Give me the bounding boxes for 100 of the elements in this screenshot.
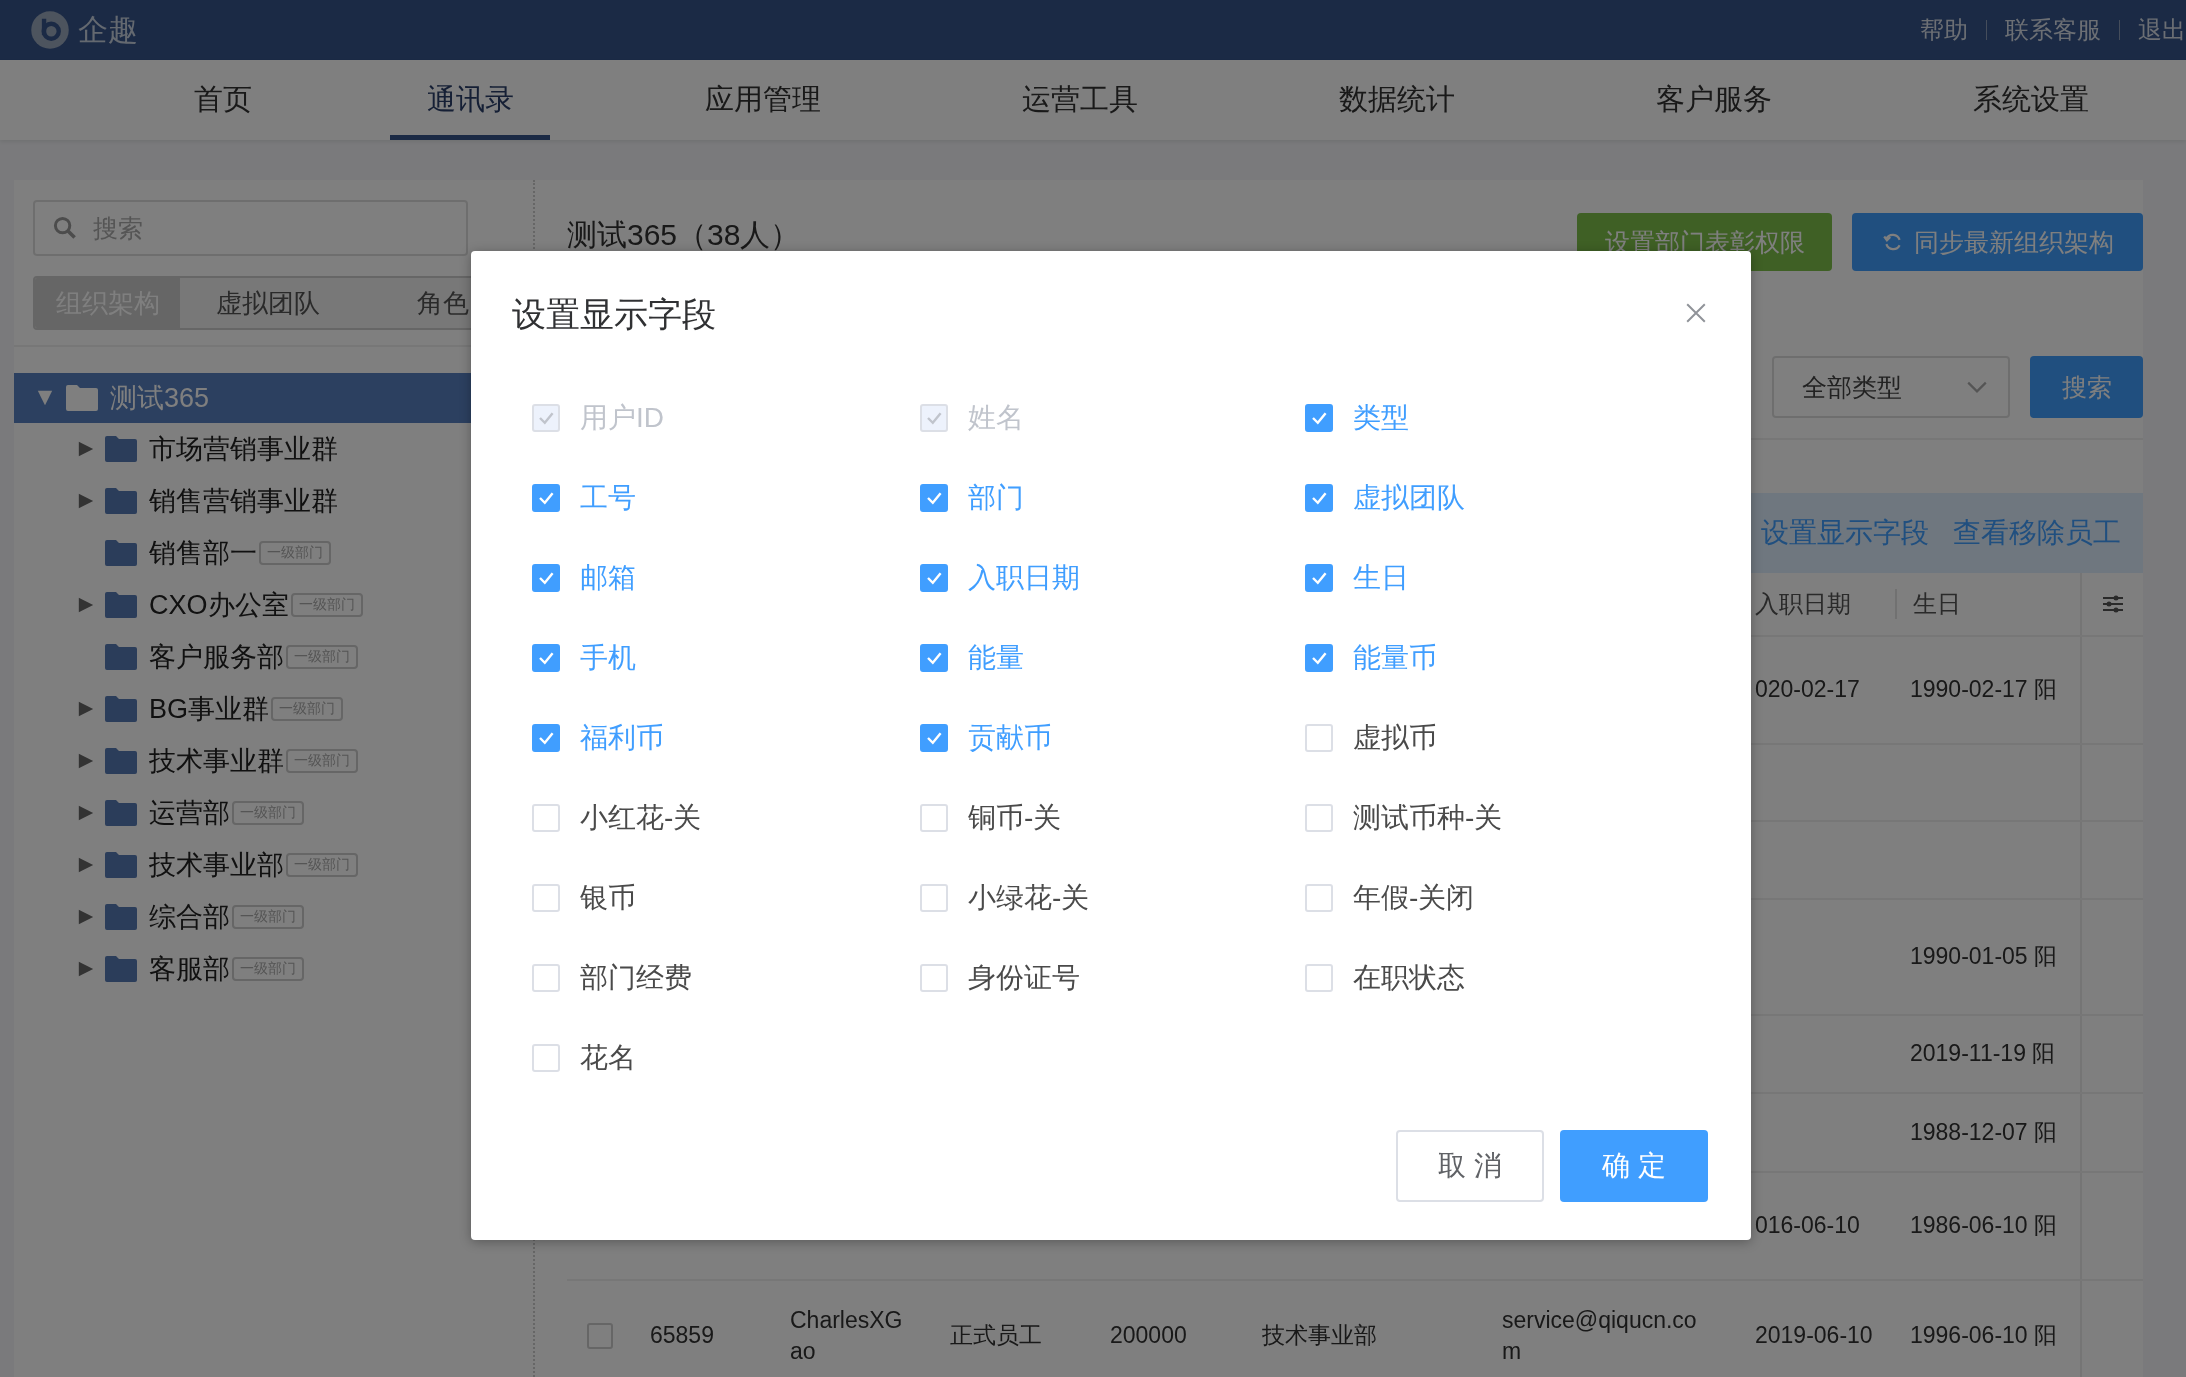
table-cell-text: 65859 xyxy=(650,1321,714,1351)
table-cell-text: 1990-01-05 阳 xyxy=(1910,942,2058,972)
folder-icon xyxy=(105,644,137,670)
nav-tab[interactable]: 系统设置 xyxy=(1951,60,2111,140)
table-cell-text: CharlesXGao xyxy=(790,1305,904,1366)
field-label: 铜币-关 xyxy=(968,801,1062,835)
checkbox[interactable] xyxy=(532,564,560,592)
table-cell-text: 1988-12-07 阳 xyxy=(1910,1117,2058,1147)
caret-icon[interactable] xyxy=(77,856,95,874)
field-label: 虚拟币 xyxy=(1353,721,1437,755)
sidebar-tab[interactable]: 虚拟团队 xyxy=(180,278,356,328)
caret-icon[interactable] xyxy=(77,752,95,770)
field-label: 能量币 xyxy=(1353,641,1437,675)
page-title: 测试365（38人） xyxy=(567,216,801,253)
field-label: 手机 xyxy=(580,641,636,675)
field-label: 测试币种-关 xyxy=(1353,801,1503,835)
folder-icon xyxy=(105,800,137,826)
folder-icon xyxy=(105,540,137,566)
folder-icon xyxy=(105,436,137,462)
table-cell-text: 200000 xyxy=(1110,1321,1187,1351)
column-header: 入职日期 xyxy=(1755,589,1851,619)
caret-icon[interactable] xyxy=(36,389,54,407)
field-label: 姓名 xyxy=(968,401,1024,435)
field-label: 入职日期 xyxy=(968,561,1080,595)
table-cell-text: 正式员工 xyxy=(950,1321,1042,1351)
logo-icon xyxy=(30,10,70,50)
caret-icon[interactable] xyxy=(77,700,95,718)
field-label: 类型 xyxy=(1353,401,1409,435)
row-checkbox[interactable] xyxy=(587,1323,613,1349)
checkbox[interactable] xyxy=(1305,404,1333,432)
field-label: 邮箱 xyxy=(580,561,636,595)
column-header: 生日 xyxy=(1913,589,1961,619)
field-label: 小红花-关 xyxy=(580,801,702,835)
tree-label: 客服部 xyxy=(149,953,230,986)
checkbox[interactable] xyxy=(920,564,948,592)
search-icon xyxy=(53,216,77,240)
field-label: 银币 xyxy=(580,881,636,915)
table-cell-text: 2019-11-19 阳 xyxy=(1910,1039,2056,1069)
checkbox[interactable] xyxy=(1305,484,1333,512)
checkbox[interactable] xyxy=(532,724,560,752)
field-label: 福利币 xyxy=(580,721,664,755)
table-cell-text: 020-02-17 xyxy=(1755,675,1860,705)
caret-icon[interactable] xyxy=(77,908,95,926)
field-label: 年假-关闭 xyxy=(1353,881,1475,915)
field-label: 身份证号 xyxy=(968,961,1080,995)
tree-label: 测试365 xyxy=(110,382,210,415)
nav-tab[interactable]: 应用管理 xyxy=(683,60,843,140)
confirm-button[interactable]: 确 定 xyxy=(1560,1130,1708,1202)
caret-icon[interactable] xyxy=(77,440,95,458)
nav-tab[interactable]: 数据统计 xyxy=(1317,60,1477,140)
nav-tab[interactable]: 客户服务 xyxy=(1634,60,1794,140)
tree-label: 技术事业部 xyxy=(149,849,284,882)
caret-icon[interactable] xyxy=(77,804,95,822)
table-cell-text: 1986-06-10 阳 xyxy=(1910,1211,2058,1241)
chevron-icon xyxy=(1966,380,1988,394)
header-link[interactable]: 退出 xyxy=(2138,14,2186,46)
caret-icon[interactable] xyxy=(77,960,95,978)
table-cell-text: 技术事业部 xyxy=(1262,1321,1377,1351)
header-link[interactable]: 联系客服 xyxy=(2005,14,2101,46)
checkbox[interactable] xyxy=(920,724,948,752)
checkbox[interactable] xyxy=(920,644,948,672)
settings-icon[interactable] xyxy=(2100,594,2125,614)
field-label: 部门经费 xyxy=(580,961,692,995)
tree-label: 销售部一 xyxy=(149,537,257,570)
field-label: 在职状态 xyxy=(1353,961,1465,995)
checkbox[interactable] xyxy=(920,484,948,512)
checkbox[interactable] xyxy=(1305,644,1333,672)
tree-label: 市场营销事业群 xyxy=(149,433,338,466)
tree-label: 客户服务部 xyxy=(149,641,284,674)
field-label: 能量 xyxy=(968,641,1024,675)
tree-label: CXO办公室 xyxy=(149,589,289,622)
field-label: 花名 xyxy=(580,1041,636,1075)
checkbox[interactable] xyxy=(1305,564,1333,592)
sync-icon xyxy=(1881,231,1904,253)
table-cell-text: 016-06-10 xyxy=(1755,1211,1860,1241)
tree-label: 运营部 xyxy=(149,797,230,830)
field-label: 工号 xyxy=(580,481,636,515)
field-label: 贡献币 xyxy=(968,721,1052,755)
tree-label: 综合部 xyxy=(149,901,230,934)
type-dropdown[interactable]: 全部类型 xyxy=(1772,356,2010,418)
nav-tab[interactable]: 首页 xyxy=(143,60,303,140)
caret-icon[interactable] xyxy=(77,492,95,510)
header-link[interactable]: 帮助 xyxy=(1920,14,1968,46)
nav-tab[interactable]: 通讯录 xyxy=(390,60,550,140)
folder-icon xyxy=(105,592,137,618)
tree-item[interactable]: 市场营销事业群 xyxy=(14,423,533,475)
caret-icon[interactable] xyxy=(77,596,95,614)
folder-icon xyxy=(105,488,137,514)
tree-item[interactable]: 销售营销事业群 xyxy=(14,475,533,527)
checkbox[interactable] xyxy=(532,644,560,672)
field-label: 小绿花-关 xyxy=(968,881,1090,915)
cancel-button[interactable]: 取 消 xyxy=(1396,1130,1544,1202)
table-cell-text: service@qiqucn.com xyxy=(1502,1305,1697,1366)
field-label: 虚拟团队 xyxy=(1353,481,1465,515)
nav-tab[interactable]: 运营工具 xyxy=(1000,60,1160,140)
field-label: 部门 xyxy=(968,481,1024,515)
folder-icon xyxy=(105,852,137,878)
checkbox[interactable] xyxy=(532,484,560,512)
table-cell-text: 2019-06-10 xyxy=(1755,1321,1873,1351)
close-icon[interactable] xyxy=(1685,301,1707,324)
